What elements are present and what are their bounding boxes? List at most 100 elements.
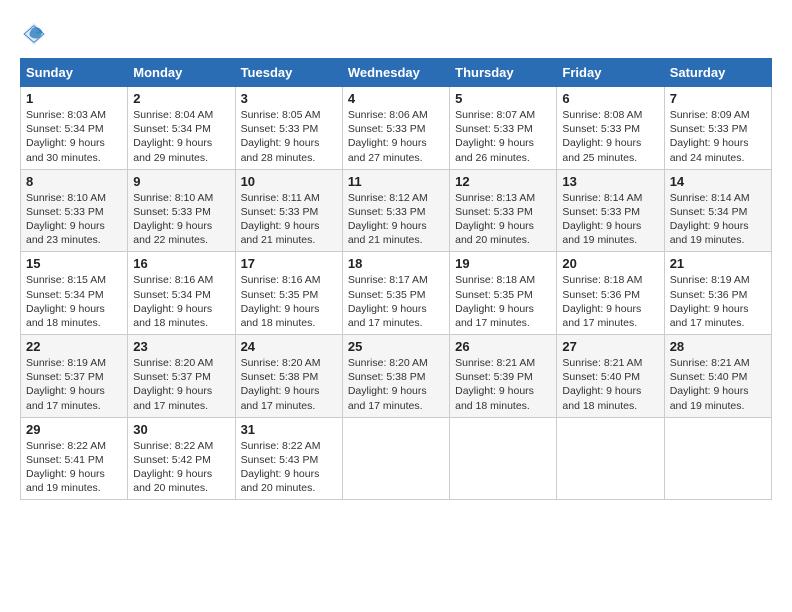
- day-cell: 18 Sunrise: 8:17 AM Sunset: 5:35 PM Dayli…: [342, 252, 449, 335]
- day-info: Sunrise: 8:20 AM Sunset: 5:38 PM Dayligh…: [348, 356, 444, 413]
- day-cell: 5 Sunrise: 8:07 AM Sunset: 5:33 PM Daylig…: [450, 87, 557, 170]
- day-cell: 14 Sunrise: 8:14 AM Sunset: 5:34 PM Dayli…: [664, 169, 771, 252]
- page: SundayMondayTuesdayWednesdayThursdayFrid…: [0, 0, 792, 612]
- day-info: Sunrise: 8:10 AM Sunset: 5:33 PM Dayligh…: [26, 191, 122, 248]
- day-number: 4: [348, 91, 444, 106]
- day-cell: 4 Sunrise: 8:06 AM Sunset: 5:33 PM Daylig…: [342, 87, 449, 170]
- week-row-5: 29 Sunrise: 8:22 AM Sunset: 5:41 PM Dayli…: [21, 417, 772, 500]
- day-info: Sunrise: 8:07 AM Sunset: 5:33 PM Dayligh…: [455, 108, 551, 165]
- day-number: 26: [455, 339, 551, 354]
- header-cell-wednesday: Wednesday: [342, 59, 449, 87]
- day-cell: 9 Sunrise: 8:10 AM Sunset: 5:33 PM Daylig…: [128, 169, 235, 252]
- day-info: Sunrise: 8:19 AM Sunset: 5:36 PM Dayligh…: [670, 273, 766, 330]
- day-info: Sunrise: 8:11 AM Sunset: 5:33 PM Dayligh…: [241, 191, 337, 248]
- day-info: Sunrise: 8:06 AM Sunset: 5:33 PM Dayligh…: [348, 108, 444, 165]
- day-info: Sunrise: 8:20 AM Sunset: 5:37 PM Dayligh…: [133, 356, 229, 413]
- day-number: 3: [241, 91, 337, 106]
- day-cell: 2 Sunrise: 8:04 AM Sunset: 5:34 PM Daylig…: [128, 87, 235, 170]
- day-number: 6: [562, 91, 658, 106]
- day-info: Sunrise: 8:14 AM Sunset: 5:34 PM Dayligh…: [670, 191, 766, 248]
- day-info: Sunrise: 8:15 AM Sunset: 5:34 PM Dayligh…: [26, 273, 122, 330]
- day-number: 16: [133, 256, 229, 271]
- day-cell: 16 Sunrise: 8:16 AM Sunset: 5:34 PM Dayli…: [128, 252, 235, 335]
- logo-icon: [20, 20, 48, 48]
- day-cell: 10 Sunrise: 8:11 AM Sunset: 5:33 PM Dayli…: [235, 169, 342, 252]
- day-number: 14: [670, 174, 766, 189]
- day-info: Sunrise: 8:21 AM Sunset: 5:40 PM Dayligh…: [670, 356, 766, 413]
- day-info: Sunrise: 8:19 AM Sunset: 5:37 PM Dayligh…: [26, 356, 122, 413]
- week-row-4: 22 Sunrise: 8:19 AM Sunset: 5:37 PM Dayli…: [21, 335, 772, 418]
- day-number: 9: [133, 174, 229, 189]
- week-row-2: 8 Sunrise: 8:10 AM Sunset: 5:33 PM Daylig…: [21, 169, 772, 252]
- header-cell-thursday: Thursday: [450, 59, 557, 87]
- day-number: 7: [670, 91, 766, 106]
- day-number: 23: [133, 339, 229, 354]
- day-cell: 22 Sunrise: 8:19 AM Sunset: 5:37 PM Dayli…: [21, 335, 128, 418]
- day-cell: 7Sunrise: 8:09 AM Sunset: 5:33 PM Daylig…: [664, 87, 771, 170]
- day-info: Sunrise: 8:14 AM Sunset: 5:33 PM Dayligh…: [562, 191, 658, 248]
- day-number: 29: [26, 422, 122, 437]
- day-cell: 24Sunrise: 8:20 AM Sunset: 5:38 PM Dayli…: [235, 335, 342, 418]
- day-cell: [450, 417, 557, 500]
- day-info: Sunrise: 8:08 AM Sunset: 5:33 PM Dayligh…: [562, 108, 658, 165]
- day-cell: [557, 417, 664, 500]
- day-info: Sunrise: 8:16 AM Sunset: 5:35 PM Dayligh…: [241, 273, 337, 330]
- day-number: 2: [133, 91, 229, 106]
- day-info: Sunrise: 8:21 AM Sunset: 5:39 PM Dayligh…: [455, 356, 551, 413]
- day-number: 17: [241, 256, 337, 271]
- day-number: 27: [562, 339, 658, 354]
- day-cell: 30 Sunrise: 8:22 AM Sunset: 5:42 PM Dayli…: [128, 417, 235, 500]
- day-number: 30: [133, 422, 229, 437]
- day-cell: 21 Sunrise: 8:19 AM Sunset: 5:36 PM Dayli…: [664, 252, 771, 335]
- day-number: 11: [348, 174, 444, 189]
- header-row: SundayMondayTuesdayWednesdayThursdayFrid…: [21, 59, 772, 87]
- day-cell: 26 Sunrise: 8:21 AM Sunset: 5:39 PM Dayli…: [450, 335, 557, 418]
- header: [20, 16, 772, 48]
- day-cell: [342, 417, 449, 500]
- week-row-1: 1Sunrise: 8:03 AM Sunset: 5:34 PM Daylig…: [21, 87, 772, 170]
- day-cell: 17 Sunrise: 8:16 AM Sunset: 5:35 PM Dayli…: [235, 252, 342, 335]
- day-cell: 8 Sunrise: 8:10 AM Sunset: 5:33 PM Daylig…: [21, 169, 128, 252]
- day-info: Sunrise: 8:22 AM Sunset: 5:43 PM Dayligh…: [241, 439, 337, 496]
- header-cell-tuesday: Tuesday: [235, 59, 342, 87]
- day-cell: 27 Sunrise: 8:21 AM Sunset: 5:40 PM Dayli…: [557, 335, 664, 418]
- day-info: Sunrise: 8:22 AM Sunset: 5:42 PM Dayligh…: [133, 439, 229, 496]
- day-cell: 25 Sunrise: 8:20 AM Sunset: 5:38 PM Dayli…: [342, 335, 449, 418]
- day-cell: 3 Sunrise: 8:05 AM Sunset: 5:33 PM Daylig…: [235, 87, 342, 170]
- day-info: Sunrise: 8:21 AM Sunset: 5:40 PM Dayligh…: [562, 356, 658, 413]
- day-info: Sunrise: 8:20 AM Sunset: 5:38 PM Dayligh…: [241, 356, 337, 413]
- day-number: 20: [562, 256, 658, 271]
- day-info: Sunrise: 8:05 AM Sunset: 5:33 PM Dayligh…: [241, 108, 337, 165]
- day-number: 21: [670, 256, 766, 271]
- header-cell-friday: Friday: [557, 59, 664, 87]
- day-cell: 12Sunrise: 8:13 AM Sunset: 5:33 PM Dayli…: [450, 169, 557, 252]
- day-number: 5: [455, 91, 551, 106]
- day-number: 22: [26, 339, 122, 354]
- day-info: Sunrise: 8:12 AM Sunset: 5:33 PM Dayligh…: [348, 191, 444, 248]
- day-cell: 11 Sunrise: 8:12 AM Sunset: 5:33 PM Dayli…: [342, 169, 449, 252]
- day-info: Sunrise: 8:03 AM Sunset: 5:34 PM Dayligh…: [26, 108, 122, 165]
- day-info: Sunrise: 8:18 AM Sunset: 5:35 PM Dayligh…: [455, 273, 551, 330]
- day-cell: 19Sunrise: 8:18 AM Sunset: 5:35 PM Dayli…: [450, 252, 557, 335]
- day-number: 10: [241, 174, 337, 189]
- day-cell: 15 Sunrise: 8:15 AM Sunset: 5:34 PM Dayli…: [21, 252, 128, 335]
- header-cell-monday: Monday: [128, 59, 235, 87]
- header-cell-saturday: Saturday: [664, 59, 771, 87]
- day-number: 25: [348, 339, 444, 354]
- day-number: 28: [670, 339, 766, 354]
- day-number: 15: [26, 256, 122, 271]
- day-number: 8: [26, 174, 122, 189]
- week-row-3: 15 Sunrise: 8:15 AM Sunset: 5:34 PM Dayli…: [21, 252, 772, 335]
- day-number: 18: [348, 256, 444, 271]
- day-info: Sunrise: 8:04 AM Sunset: 5:34 PM Dayligh…: [133, 108, 229, 165]
- day-info: Sunrise: 8:22 AM Sunset: 5:41 PM Dayligh…: [26, 439, 122, 496]
- header-cell-sunday: Sunday: [21, 59, 128, 87]
- day-info: Sunrise: 8:10 AM Sunset: 5:33 PM Dayligh…: [133, 191, 229, 248]
- day-info: Sunrise: 8:16 AM Sunset: 5:34 PM Dayligh…: [133, 273, 229, 330]
- logo: [20, 20, 52, 48]
- day-cell: 13 Sunrise: 8:14 AM Sunset: 5:33 PM Dayli…: [557, 169, 664, 252]
- day-info: Sunrise: 8:17 AM Sunset: 5:35 PM Dayligh…: [348, 273, 444, 330]
- day-number: 13: [562, 174, 658, 189]
- day-number: 12: [455, 174, 551, 189]
- day-cell: [664, 417, 771, 500]
